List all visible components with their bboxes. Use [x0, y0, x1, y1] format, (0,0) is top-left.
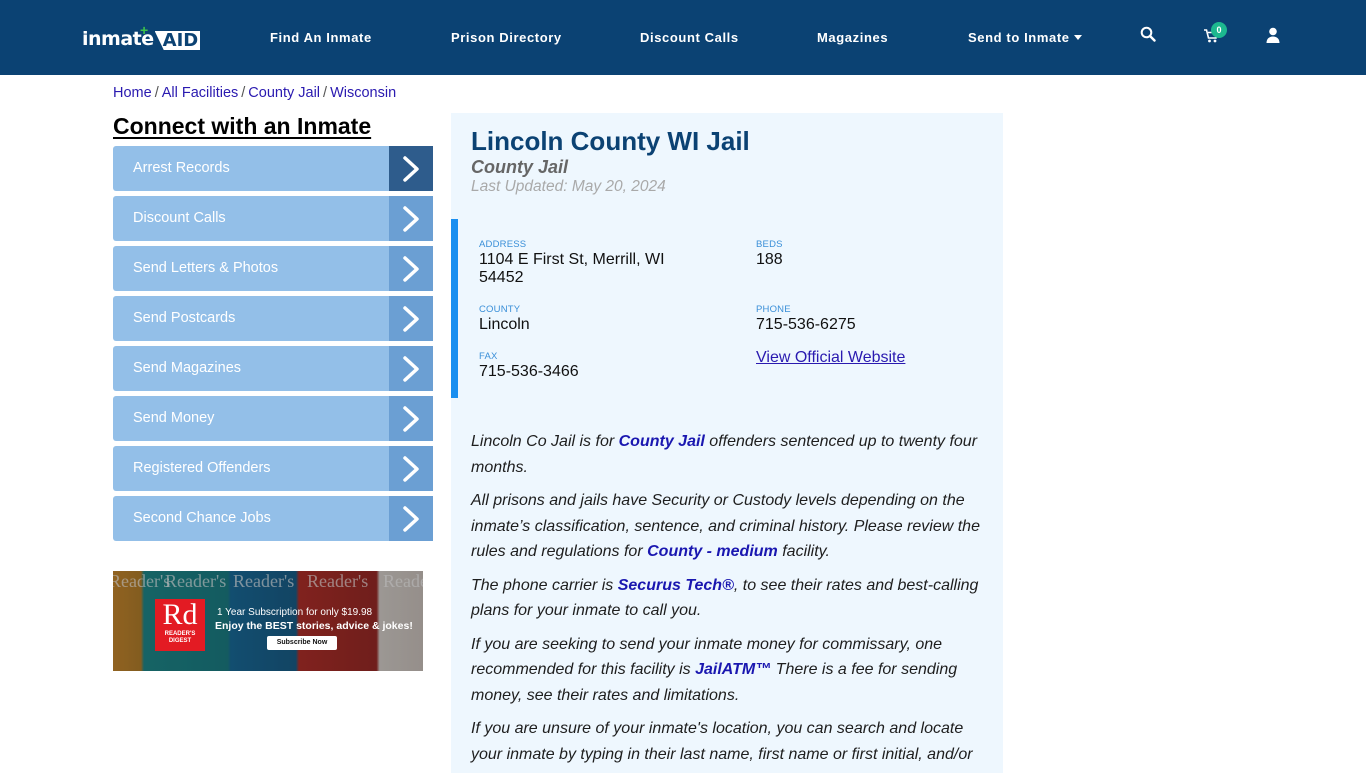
county-value: Lincoln — [479, 316, 530, 333]
chevron-right-icon — [389, 146, 433, 191]
sidebar-item-label: Arrest Records — [133, 160, 230, 176]
address-line2: 54452 — [479, 269, 524, 286]
chevron-right-icon — [389, 396, 433, 441]
nav-prison-directory[interactable]: Prison Directory — [451, 30, 562, 45]
text: facility. — [777, 543, 830, 560]
sidebar-item-registered-offenders[interactable]: Registered Offenders — [113, 446, 433, 491]
county-jail-link[interactable]: County Jail — [619, 433, 705, 450]
logo-accent: AID — [154, 31, 201, 50]
fax-value: 715-536-3466 — [479, 363, 579, 380]
sidebar-menu: Arrest Records Discount Calls Send Lette… — [113, 146, 433, 546]
sidebar-item-arrest-records[interactable]: Arrest Records — [113, 146, 433, 191]
county-medium-link[interactable]: County - medium — [647, 543, 778, 560]
logo-rd: Rd — [162, 598, 198, 631]
search-icon[interactable] — [1140, 26, 1160, 46]
nav-send-to-inmate[interactable]: Send to Inmate — [968, 30, 1082, 45]
sidebar-item-send-money[interactable]: Send Money — [113, 396, 433, 441]
chevron-right-icon — [389, 346, 433, 391]
breadcrumb-wisconsin[interactable]: Wisconsin — [330, 85, 396, 101]
county-label: COUNTY — [479, 304, 521, 315]
sidebar-item-label: Second Chance Jobs — [133, 510, 271, 526]
text: The phone carrier is — [471, 576, 618, 594]
address-label: ADDRESS — [479, 239, 527, 250]
fax-field: FAX 715-536-3466 — [479, 351, 579, 381]
user-icon[interactable] — [1266, 27, 1286, 47]
phone-value: 715-536-6275 — [756, 316, 856, 333]
top-navbar: inmate AID + Find An Inmate Prison Direc… — [0, 0, 1366, 75]
paragraph-phone-carrier: The phone carrier is Securus Tech®, to s… — [471, 573, 989, 624]
readers-digest-logo: Rd READER'S DIGEST — [155, 599, 205, 651]
nav-find-an-inmate[interactable]: Find An Inmate — [270, 30, 372, 45]
view-official-website-link[interactable]: View Official Website — [756, 349, 905, 366]
beds-value: 188 — [756, 251, 783, 268]
ad-tagline: Enjoy the BEST stories, advice & jokes! — [215, 620, 413, 632]
facility-panel: Lincoln County WI Jail County Jail Last … — [451, 113, 1003, 773]
ad-offer-text: 1 Year Subscription for only $19.98 — [217, 607, 373, 618]
paragraph-sentence: Lincoln Co Jail is for County Jail offen… — [471, 429, 989, 480]
sidebar-item-label: Send Money — [133, 410, 215, 426]
text: Lincoln Co Jail is for — [471, 433, 619, 450]
chevron-right-icon — [389, 246, 433, 291]
breadcrumb-county-jail[interactable]: County Jail — [248, 85, 320, 101]
readers-digest-ad-banner[interactable]: Reader's Reader's Reader's Reader's Read… — [113, 571, 423, 671]
sidebar-item-send-magazines[interactable]: Send Magazines — [113, 346, 433, 391]
paragraph-security: All prisons and jails have Security or C… — [471, 488, 989, 565]
jailatm-link[interactable]: JailATM™ — [695, 661, 771, 678]
paragraph-locate: If you are unsure of your inmate's locat… — [471, 716, 989, 767]
sidebar-title: Connect with an Inmate — [113, 113, 372, 139]
sidebar-item-label: Send Letters & Photos — [133, 260, 279, 276]
chevron-right-icon — [389, 496, 433, 541]
phone-field: PHONE 715-536-6275 — [756, 304, 856, 334]
text: If you are unsure of your inmate's locat… — [471, 720, 973, 763]
sidebar-item-label: Send Postcards — [133, 310, 236, 326]
breadcrumb: Home / All Facilities / County Jail / Wisconsi… — [113, 85, 396, 101]
logo-digest: DIGEST — [168, 638, 192, 644]
paragraph-money: If you are seeking to send your inmate m… — [471, 632, 989, 709]
caret-down-icon — [1073, 35, 1082, 40]
logo-readers: READER'S — [164, 631, 196, 637]
facility-description: Lincoln Co Jail is for County Jail offen… — [471, 429, 989, 775]
breadcrumb-home[interactable]: Home — [113, 85, 152, 101]
last-updated: Last Updated: May 20, 2024 — [471, 178, 666, 195]
facility-info-card: ADDRESS 1104 E First St, Merrill, WI 544… — [451, 219, 1003, 398]
nav-magazines[interactable]: Magazines — [817, 30, 888, 45]
beds-label: BEDS — [756, 239, 783, 250]
sidebar-item-send-letters-photos[interactable]: Send Letters & Photos — [113, 246, 433, 291]
nav-send-to-inmate-label: Send to Inmate — [968, 30, 1070, 45]
nav-discount-calls[interactable]: Discount Calls — [640, 30, 739, 45]
sidebar-item-label: Send Magazines — [133, 360, 242, 376]
breadcrumb-separator: / — [154, 85, 159, 101]
phone-label: PHONE — [756, 304, 791, 315]
breadcrumb-all-facilities[interactable]: All Facilities — [162, 85, 239, 101]
sidebar-item-discount-calls[interactable]: Discount Calls — [113, 196, 433, 241]
logo-plus-icon: + — [140, 22, 149, 38]
sidebar-item-send-postcards[interactable]: Send Postcards — [113, 296, 433, 341]
breadcrumb-separator: / — [241, 85, 246, 101]
website-field: View Official Website — [756, 349, 905, 367]
sidebar-item-second-chance-jobs[interactable]: Second Chance Jobs — [113, 496, 433, 541]
cart-count-badge: 0 — [1211, 22, 1227, 38]
address-line1: 1104 E First St, Merrill, WI — [479, 251, 665, 268]
county-field: COUNTY Lincoln — [479, 304, 530, 334]
beds-field: BEDS 188 — [756, 239, 783, 269]
subscribe-now-button[interactable]: Subscribe Now — [267, 636, 337, 650]
address-field: ADDRESS 1104 E First St, Merrill, WI 544… — [479, 239, 665, 287]
fax-label: FAX — [479, 351, 498, 362]
chevron-right-icon — [389, 446, 433, 491]
securus-tech-link[interactable]: Securus Tech® — [618, 577, 734, 594]
breadcrumb-separator: / — [323, 85, 328, 101]
chevron-right-icon — [389, 296, 433, 341]
chevron-right-icon — [389, 196, 433, 241]
facility-type: County Jail — [471, 157, 569, 177]
sidebar-item-label: Discount Calls — [133, 210, 226, 226]
sidebar-item-label: Registered Offenders — [133, 460, 271, 476]
facility-title: Lincoln County WI Jail — [471, 126, 750, 156]
